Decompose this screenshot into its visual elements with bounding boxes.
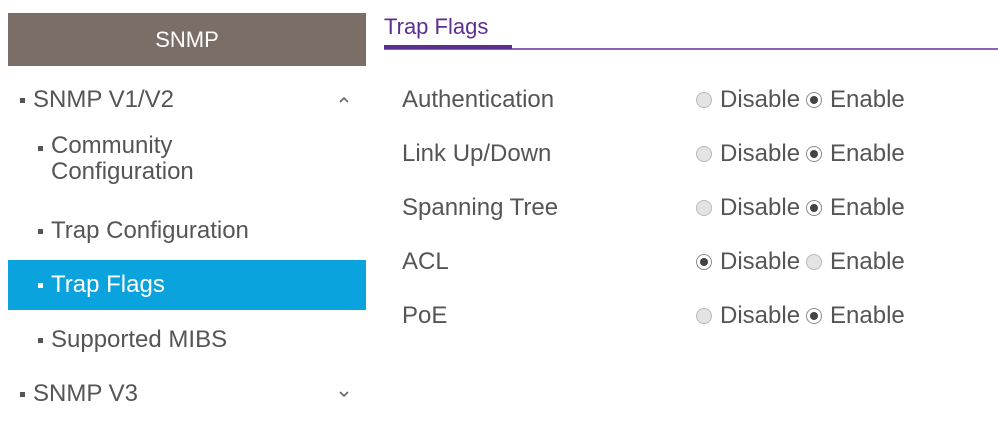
- disable-option-label: Disable: [720, 140, 801, 167]
- nav-item-label: Trap Configuration: [51, 217, 249, 244]
- enable-option-label: Enable: [830, 86, 905, 113]
- enable-option[interactable]: Enable: [806, 86, 905, 114]
- nav-item-label: Community Configuration: [51, 132, 194, 185]
- page-title: Trap Flags: [384, 14, 489, 39]
- nav-item-label: Supported MIBS: [51, 326, 228, 353]
- disable-option[interactable]: Disable: [696, 248, 800, 276]
- disable-option-label: Disable: [720, 194, 801, 221]
- disable-radio[interactable]: [696, 92, 712, 108]
- disable-option[interactable]: Disable: [696, 140, 800, 168]
- bullet-icon: [38, 282, 43, 288]
- chevron-up-icon[interactable]: [336, 92, 352, 108]
- enable-radio[interactable]: [806, 308, 823, 324]
- trap-flag-label: ACL: [402, 248, 449, 275]
- disable-radio[interactable]: [696, 254, 712, 270]
- trap-flag-radio-group: Disable Enable: [696, 248, 911, 276]
- disable-option[interactable]: Disable: [696, 86, 800, 114]
- disable-option-label: Disable: [720, 302, 801, 329]
- nav-item-community-configuration[interactable]: Community Configuration: [8, 133, 366, 195]
- trap-flag-radio-group: Disable Enable: [696, 86, 911, 114]
- sidebar-header[interactable]: SNMP: [8, 13, 366, 66]
- disable-option[interactable]: Disable: [696, 194, 800, 222]
- nav-item-label: SNMP V1/V2: [33, 86, 174, 113]
- enable-option[interactable]: Enable: [806, 140, 905, 168]
- nav-item-supported-mibs[interactable]: Supported MIBS: [8, 315, 366, 365]
- trap-flag-label: Link Up/Down: [402, 140, 552, 167]
- trap-flag-label: Authentication: [402, 86, 555, 113]
- chevron-down-icon[interactable]: [336, 386, 352, 402]
- enable-radio[interactable]: [806, 254, 823, 270]
- bullet-icon: [20, 391, 25, 397]
- trap-flag-row: PoE Disable Enable: [376, 296, 998, 336]
- disable-option-label: Disable: [720, 86, 801, 113]
- nav-item-snmp-v3[interactable]: SNMP V3: [8, 369, 366, 419]
- bullet-icon: [20, 97, 25, 103]
- nav-item-label: SNMP V3: [33, 380, 138, 407]
- bullet-icon: [38, 146, 43, 151]
- trap-flag-radio-group: Disable Enable: [696, 302, 911, 330]
- trap-flag-label: PoE: [402, 302, 448, 329]
- enable-option[interactable]: Enable: [806, 248, 905, 276]
- trap-flag-row: Link Up/Down Disable Enable: [376, 134, 998, 174]
- nav-item-trap-flags[interactable]: Trap Flags: [8, 260, 366, 310]
- trap-flag-row: ACL Disable Enable: [376, 242, 998, 282]
- nav-item-label: Trap Flags: [51, 271, 165, 298]
- trap-flag-row: Spanning Tree Disable Enable: [376, 188, 998, 228]
- trap-flag-label: Spanning Tree: [402, 194, 559, 221]
- enable-option-label: Enable: [830, 194, 905, 221]
- bullet-icon: [38, 228, 43, 234]
- trap-flag-row: Authentication Disable Enable: [376, 80, 998, 120]
- sidebar-header-label: SNMP: [155, 26, 219, 52]
- disable-option[interactable]: Disable: [696, 302, 800, 330]
- disable-option-label: Disable: [720, 248, 801, 275]
- disable-radio[interactable]: [696, 308, 712, 324]
- sidebar: SNMP SNMP V1/V2 Community Configuration …: [8, 13, 366, 423]
- trap-flag-radio-group: Disable Enable: [696, 194, 911, 222]
- title-underline-accent: [384, 45, 512, 49]
- disable-radio[interactable]: [696, 200, 712, 216]
- enable-radio[interactable]: [806, 200, 823, 216]
- main-panel: Trap Flags Authentication Disable Enable Li…: [376, 0, 998, 423]
- disable-radio[interactable]: [696, 146, 712, 162]
- nav-item-trap-configuration[interactable]: Trap Configuration: [8, 206, 366, 256]
- enable-option[interactable]: Enable: [806, 194, 905, 222]
- bullet-icon: [38, 337, 43, 343]
- enable-option[interactable]: Enable: [806, 302, 905, 330]
- enable-radio[interactable]: [806, 92, 823, 108]
- enable-option-label: Enable: [830, 140, 905, 167]
- nav-item-snmp-v1-v2[interactable]: SNMP V1/V2: [8, 75, 366, 125]
- trap-flag-radio-group: Disable Enable: [696, 140, 911, 168]
- enable-radio[interactable]: [806, 146, 823, 162]
- enable-option-label: Enable: [830, 302, 905, 329]
- enable-option-label: Enable: [830, 248, 905, 275]
